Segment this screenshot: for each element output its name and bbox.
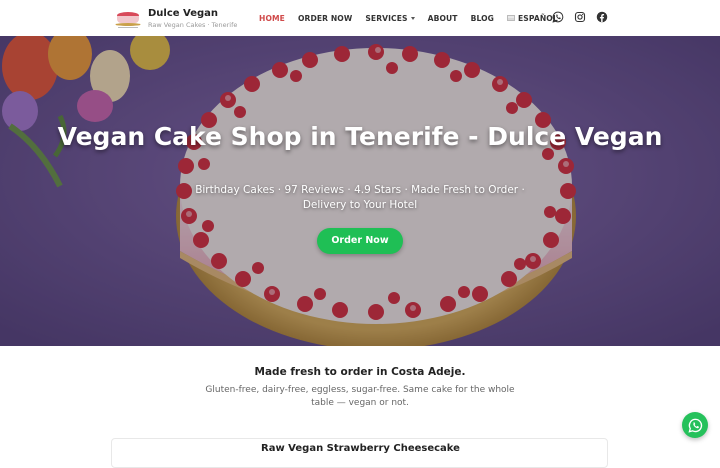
main-nav: HOME ORDER NOW SERVICES ABOUT BLOG ESPAÑ… — [259, 0, 571, 36]
hero-banner: Vegan Cake Shop in Tenerife - Dulce Vega… — [0, 36, 720, 346]
nav-item-services[interactable]: SERVICES — [365, 13, 415, 23]
nav-item-label: ABOUT — [427, 13, 458, 23]
intro-text: Gluten-free, dairy-free, eggless, sugar-… — [205, 385, 515, 408]
product-card-title: Raw Vegan Strawberry Cheesecake — [261, 443, 460, 454]
social-links — [552, 11, 618, 23]
hero-subtitle: Birthday Cakes · 97 Reviews · 4.9 Stars … — [195, 184, 525, 211]
nav-item-label: ORDER NOW — [297, 13, 353, 23]
cake-logo-icon — [114, 4, 142, 32]
order-now-button[interactable]: Order Now — [317, 228, 403, 254]
whatsapp-icon[interactable] — [552, 11, 564, 23]
brand-link[interactable]: Dulce Vegan Raw Vegan Cakes · Tenerife — [114, 4, 237, 32]
nav-item-label: SERVICES — [365, 13, 408, 23]
nav-item-home[interactable]: HOME — [259, 14, 285, 23]
nav-item-about[interactable]: ABOUT — [428, 14, 458, 23]
nav-item-blog[interactable]: BLOG — [471, 14, 494, 23]
product-card[interactable]: Raw Vegan Strawberry Cheesecake — [111, 438, 608, 468]
instagram-icon[interactable] — [574, 11, 586, 23]
nav-item-label: HOME — [259, 13, 285, 23]
intro-lead: Made fresh to order in Costa Adeje. — [254, 366, 466, 378]
whatsapp-float-button[interactable] — [682, 412, 708, 438]
brand-tagline: Raw Vegan Cakes · Tenerife — [148, 20, 238, 29]
flag-icon — [507, 15, 516, 21]
whatsapp-icon — [687, 418, 702, 433]
nav-item-label: BLOG — [470, 13, 495, 23]
language-switch[interactable]: ESPAÑOL — [507, 14, 558, 23]
facebook-icon[interactable] — [596, 11, 608, 23]
chevron-down-icon — [410, 16, 415, 20]
intro-section: Made fresh to order in Costa Adeje. Glut… — [0, 346, 720, 468]
brand-name: Dulce Vegan — [148, 7, 219, 19]
site-header: Dulce Vegan Raw Vegan Cakes · Tenerife H… — [0, 0, 720, 36]
hero-title: Vegan Cake Shop in Tenerife - Dulce Vega… — [57, 122, 663, 151]
nav-item-order-now[interactable]: ORDER NOW — [298, 14, 352, 23]
